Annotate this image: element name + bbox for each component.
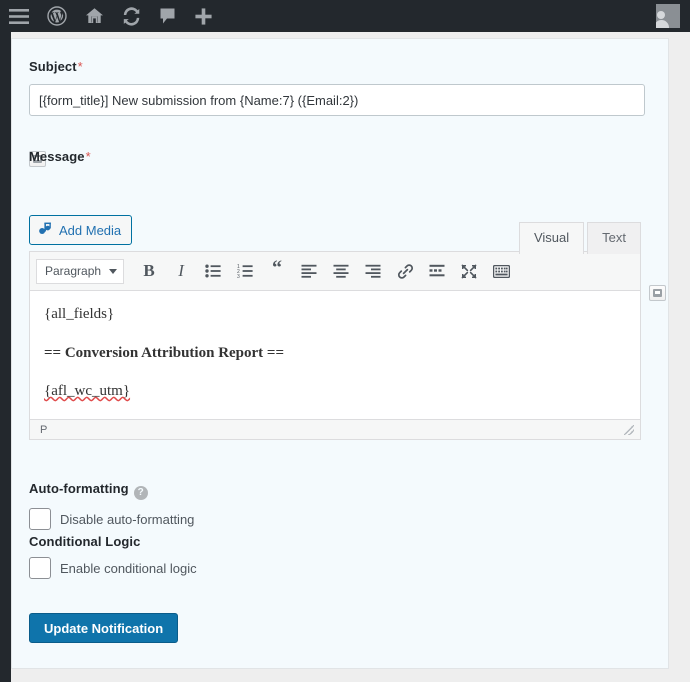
- updates-icon[interactable]: [113, 0, 150, 32]
- editor-toolbar: Paragraph B I 1 2 3 “: [30, 252, 640, 291]
- enable-conditional-logic-label: Enable conditional logic: [60, 560, 197, 576]
- editor-line-1: {all_fields}: [44, 306, 115, 322]
- avatar-head: [656, 11, 665, 19]
- subject-label: Subject*: [29, 59, 645, 74]
- disable-auto-formatting-checkbox[interactable]: [29, 508, 51, 530]
- notification-settings-panel: Subject* Message*: [11, 38, 669, 669]
- enable-conditional-logic-checkbox[interactable]: [29, 557, 51, 579]
- message-required-marker: *: [85, 149, 91, 164]
- svg-text:3: 3: [237, 274, 240, 278]
- editor-status-bar: P: [30, 419, 640, 439]
- editor-mode-tabs: Visual Text: [518, 221, 641, 254]
- add-media-icon: [38, 222, 53, 239]
- chevron-down-icon: [109, 268, 118, 274]
- message-field-group: Message*: [29, 149, 91, 164]
- menu-toggle-icon[interactable]: [0, 0, 38, 32]
- auto-formatting-label-text: Auto-formatting: [29, 481, 129, 496]
- admin-bar: [0, 0, 690, 32]
- comments-icon[interactable]: [150, 0, 185, 32]
- editor-box: Paragraph B I 1 2 3 “ {all_fields} == Co…: [29, 251, 641, 440]
- subject-required-marker: *: [77, 59, 83, 74]
- tab-visual[interactable]: Visual: [518, 222, 585, 254]
- subject-label-text: Subject: [29, 59, 77, 74]
- disable-auto-formatting-label: Disable auto-formatting: [60, 511, 195, 527]
- auto-formatting-label: Auto-formatting?: [29, 481, 194, 500]
- bold-icon[interactable]: B: [134, 258, 164, 284]
- help-icon[interactable]: ?: [133, 486, 148, 500]
- message-label: Message*: [29, 149, 91, 164]
- fullscreen-icon[interactable]: [454, 258, 484, 284]
- avatar[interactable]: [656, 4, 680, 28]
- editor-element-path: P: [40, 423, 48, 436]
- bulleted-list-icon[interactable]: [198, 258, 228, 284]
- paragraph-format-select[interactable]: Paragraph: [36, 258, 125, 284]
- italic-icon[interactable]: I: [166, 258, 196, 284]
- insert-link-icon[interactable]: [390, 258, 420, 284]
- wordpress-logo-icon[interactable]: [38, 0, 76, 32]
- editor-line-2: == Conversion Attribution Report ==: [44, 344, 285, 361]
- numbered-list-icon[interactable]: 1 2 3: [230, 258, 260, 284]
- enable-conditional-logic-row: Enable conditional logic: [29, 557, 197, 579]
- editor-content-area[interactable]: {all_fields} == Conversion Attribution R…: [30, 291, 640, 419]
- admin-menu-strip[interactable]: [0, 32, 11, 682]
- message-label-text: Message: [29, 149, 85, 164]
- update-notification-button[interactable]: Update Notification: [29, 613, 179, 643]
- align-left-icon[interactable]: [294, 258, 324, 284]
- merge-tag-icon: [653, 289, 662, 297]
- blockquote-icon[interactable]: “: [262, 258, 292, 284]
- editor-line-3: {afl_wc_utm}: [44, 383, 131, 399]
- message-editor: Add Media Visual Text Paragraph B I 1 2 …: [29, 215, 641, 440]
- subject-input[interactable]: [29, 84, 645, 116]
- home-icon[interactable]: [76, 0, 113, 32]
- add-media-label: Add Media: [59, 222, 122, 238]
- editor-top-bar: Add Media Visual Text: [29, 215, 641, 254]
- add-media-button[interactable]: Add Media: [29, 215, 133, 245]
- subject-field-group: Subject*: [29, 59, 645, 116]
- disable-auto-formatting-row: Disable auto-formatting: [29, 508, 194, 530]
- read-more-icon[interactable]: [422, 258, 452, 284]
- align-center-icon[interactable]: [326, 258, 356, 284]
- paragraph-format-label: Paragraph: [45, 264, 102, 278]
- message-merge-tag-button[interactable]: [649, 285, 666, 301]
- conditional-logic-label: Conditional Logic: [29, 534, 141, 549]
- avatar-body: [656, 20, 669, 28]
- editor-resize-handle[interactable]: [624, 424, 634, 435]
- toolbar-toggle-icon[interactable]: [486, 258, 516, 284]
- auto-formatting-group: Auto-formatting? Disable auto-formatting: [29, 481, 194, 530]
- tab-text[interactable]: Text: [587, 222, 641, 254]
- align-right-icon[interactable]: [358, 258, 388, 284]
- new-content-icon[interactable]: [185, 0, 222, 32]
- conditional-logic-group: Conditional Logic Enable conditional log…: [29, 534, 197, 579]
